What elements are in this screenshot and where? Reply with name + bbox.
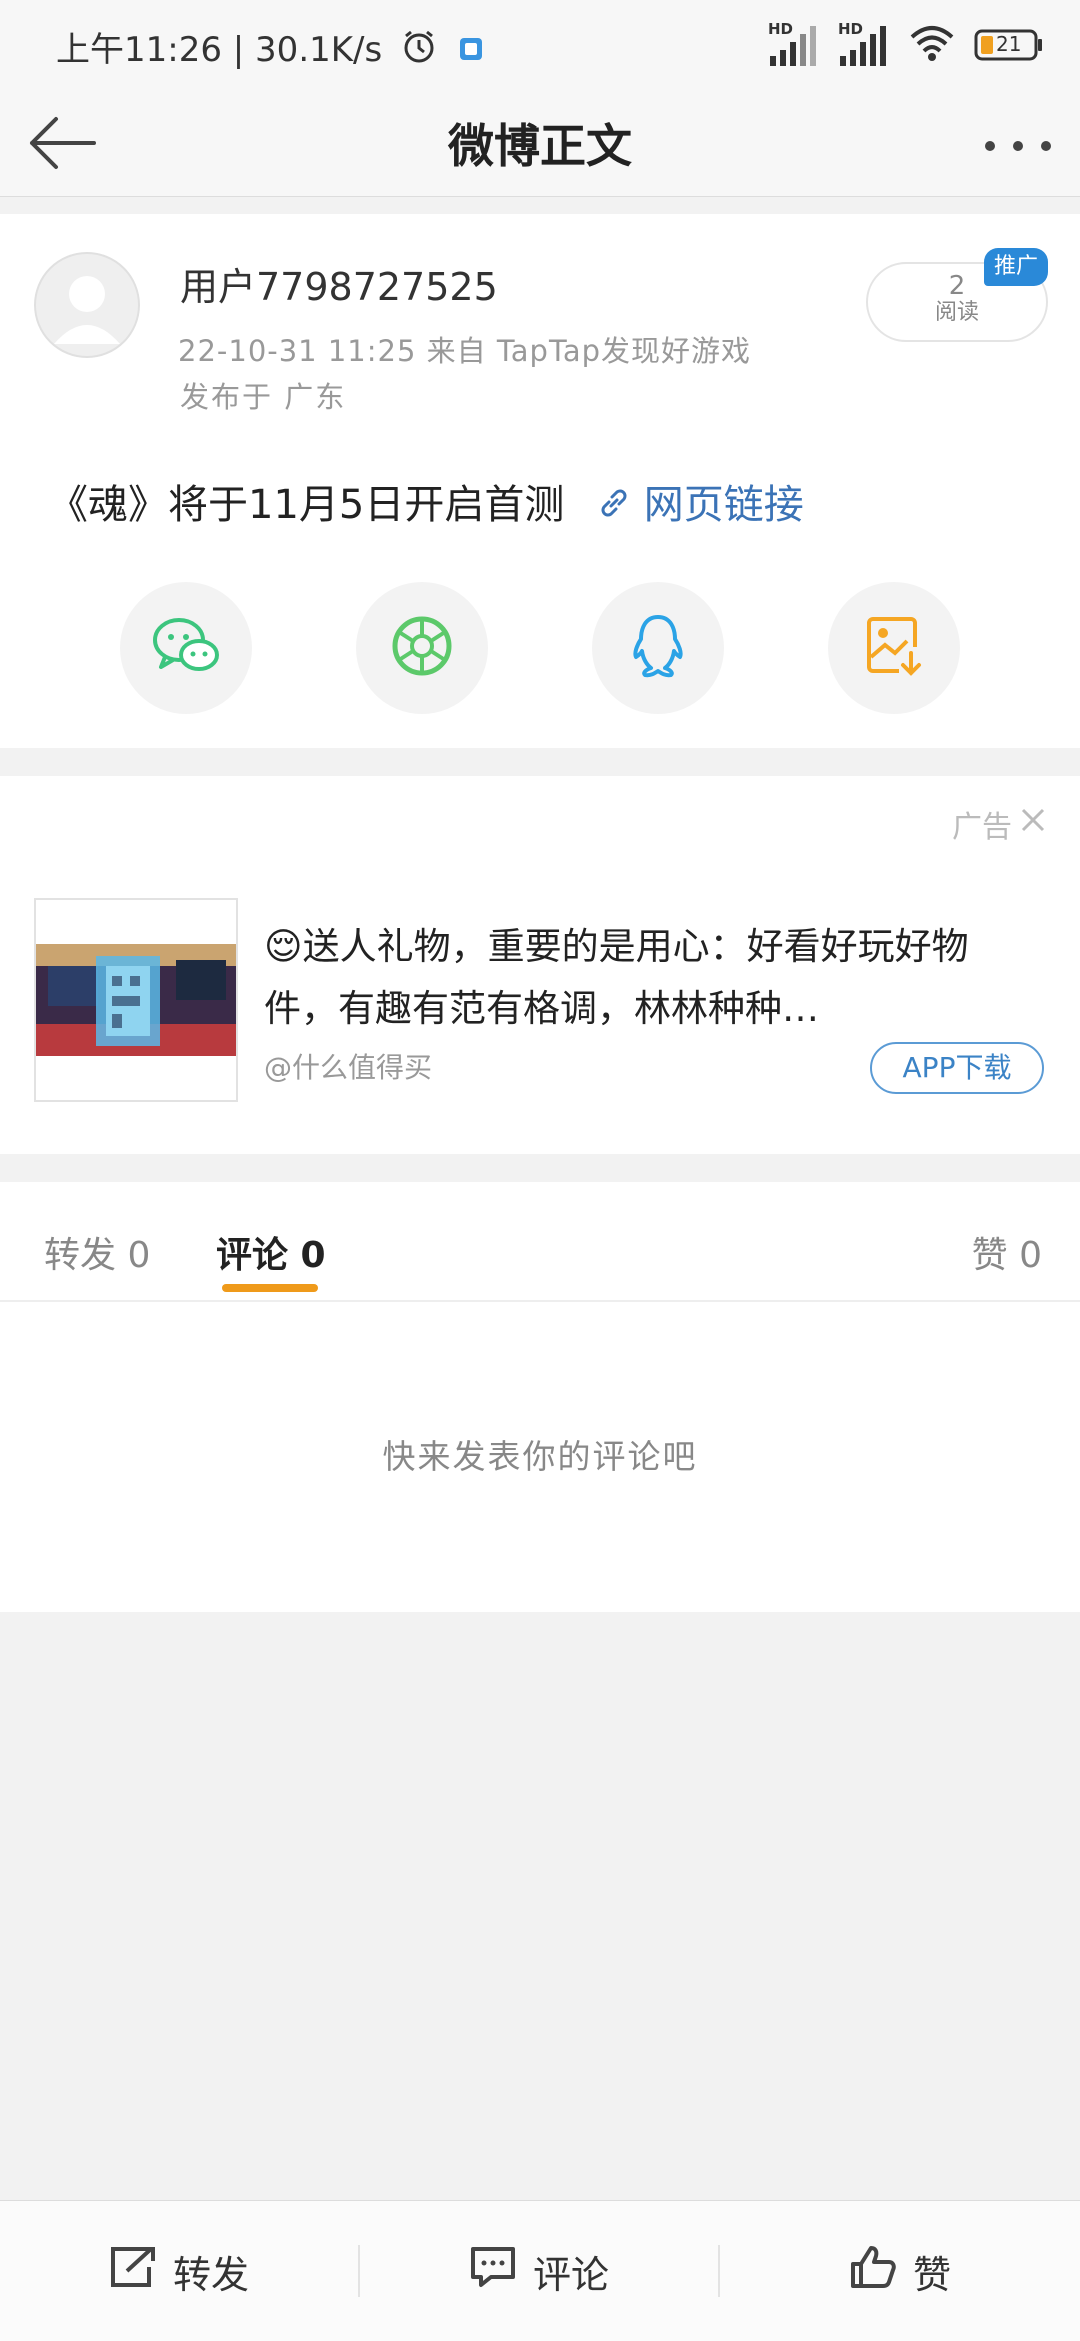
ad-title[interactable]: 😌送人礼物，重要的是用心：好看好玩好物件，有趣有范有格调，林林种种… [264, 916, 1024, 1040]
post-time-source: 22-10-31 11:25 来自 TapTap发现好游戏 [178, 334, 752, 368]
post-text: 《魂》将于11月5日开启首测 [48, 482, 565, 528]
signal-icon-2: HD [838, 20, 890, 68]
interaction-section: 转发 0 评论 0 赞 0 快来发表你的评论吧 [0, 1182, 1080, 1612]
nav-bar: 微博正文 [0, 90, 1080, 197]
bottom-toolbar: 转发 评论 赞 [0, 2200, 1080, 2341]
status-time-text: 上午11:26 | 30.1K/s [56, 30, 383, 70]
ad-thumbnail[interactable] [34, 898, 238, 1102]
moments-icon [391, 615, 453, 681]
notification-app-icon [458, 32, 486, 72]
status-time-speed: 上午11:26 | 30.1K/s [56, 22, 486, 74]
signal-hd-label: HD [768, 20, 794, 38]
ad-card[interactable]: 广告 😌送人礼物，重要的是用心：好看好玩好物件，有趣有范有格调，林林种种… @什… [0, 776, 1080, 1154]
avatar[interactable] [34, 252, 140, 358]
web-link[interactable]: 网页链接 [644, 482, 804, 528]
active-tab-indicator [222, 1284, 318, 1292]
post-content: 《魂》将于11月5日开启首测 网页链接 [48, 472, 804, 530]
post-location: 发布于 广东 [180, 380, 347, 414]
status-bar: 上午11:26 | 30.1K/s HD HD 21 [0, 0, 1080, 90]
wifi-icon [908, 23, 956, 67]
repost-button[interactable]: 转发 [0, 2201, 358, 2341]
tab-repost[interactable]: 转发 0 [44, 1226, 150, 1278]
status-indicators: HD HD 21 [768, 20, 1044, 68]
signal-icon: HD [768, 20, 820, 68]
more-options-icon[interactable] [980, 126, 1056, 166]
read-label: 阅读 [934, 300, 979, 325]
close-icon[interactable] [1018, 805, 1048, 843]
comment-button[interactable]: 评论 [360, 2201, 718, 2341]
link-icon[interactable] [597, 484, 631, 530]
app-download-button[interactable]: APP下载 [870, 1042, 1044, 1094]
divider [0, 1300, 1080, 1302]
ad-source: @什么值得买 [264, 1051, 433, 1084]
repost-icon [109, 2245, 157, 2298]
battery-level-text: 21 [996, 32, 1022, 56]
tab-comment[interactable]: 评论 0 [216, 1226, 326, 1278]
comment-icon [469, 2245, 517, 2298]
post-card: 用户7798727525 22-10-31 11:25 来自 TapTap发现好… [0, 214, 1080, 748]
save-image-button[interactable] [828, 582, 960, 714]
promo-badge[interactable]: 推广 [984, 248, 1048, 286]
share-moments-button[interactable] [356, 582, 488, 714]
username[interactable]: 用户7798727525 [180, 256, 498, 311]
repost-label: 转发 [172, 2252, 249, 2297]
share-qq-button[interactable] [592, 582, 724, 714]
battery-icon: 21 [974, 28, 1044, 62]
ad-label[interactable]: 广告 [952, 802, 1048, 846]
qq-icon [629, 613, 687, 683]
thumbs-up-icon [849, 2244, 897, 2299]
tab-like[interactable]: 赞 0 [972, 1226, 1042, 1278]
empty-comments-text: 快来发表你的评论吧 [382, 1437, 698, 1476]
alarm-icon [401, 29, 437, 74]
comment-label: 评论 [532, 2252, 609, 2297]
signal-hd-label-2: HD [838, 20, 864, 38]
share-wechat-button[interactable] [120, 582, 252, 714]
like-label: 赞 [912, 2252, 951, 2297]
ad-label-text: 广告 [952, 810, 1012, 845]
like-button[interactable]: 赞 [720, 2201, 1080, 2341]
page-title: 微博正文 [448, 119, 632, 173]
wechat-icon [151, 615, 221, 681]
save-image-icon [865, 615, 923, 681]
